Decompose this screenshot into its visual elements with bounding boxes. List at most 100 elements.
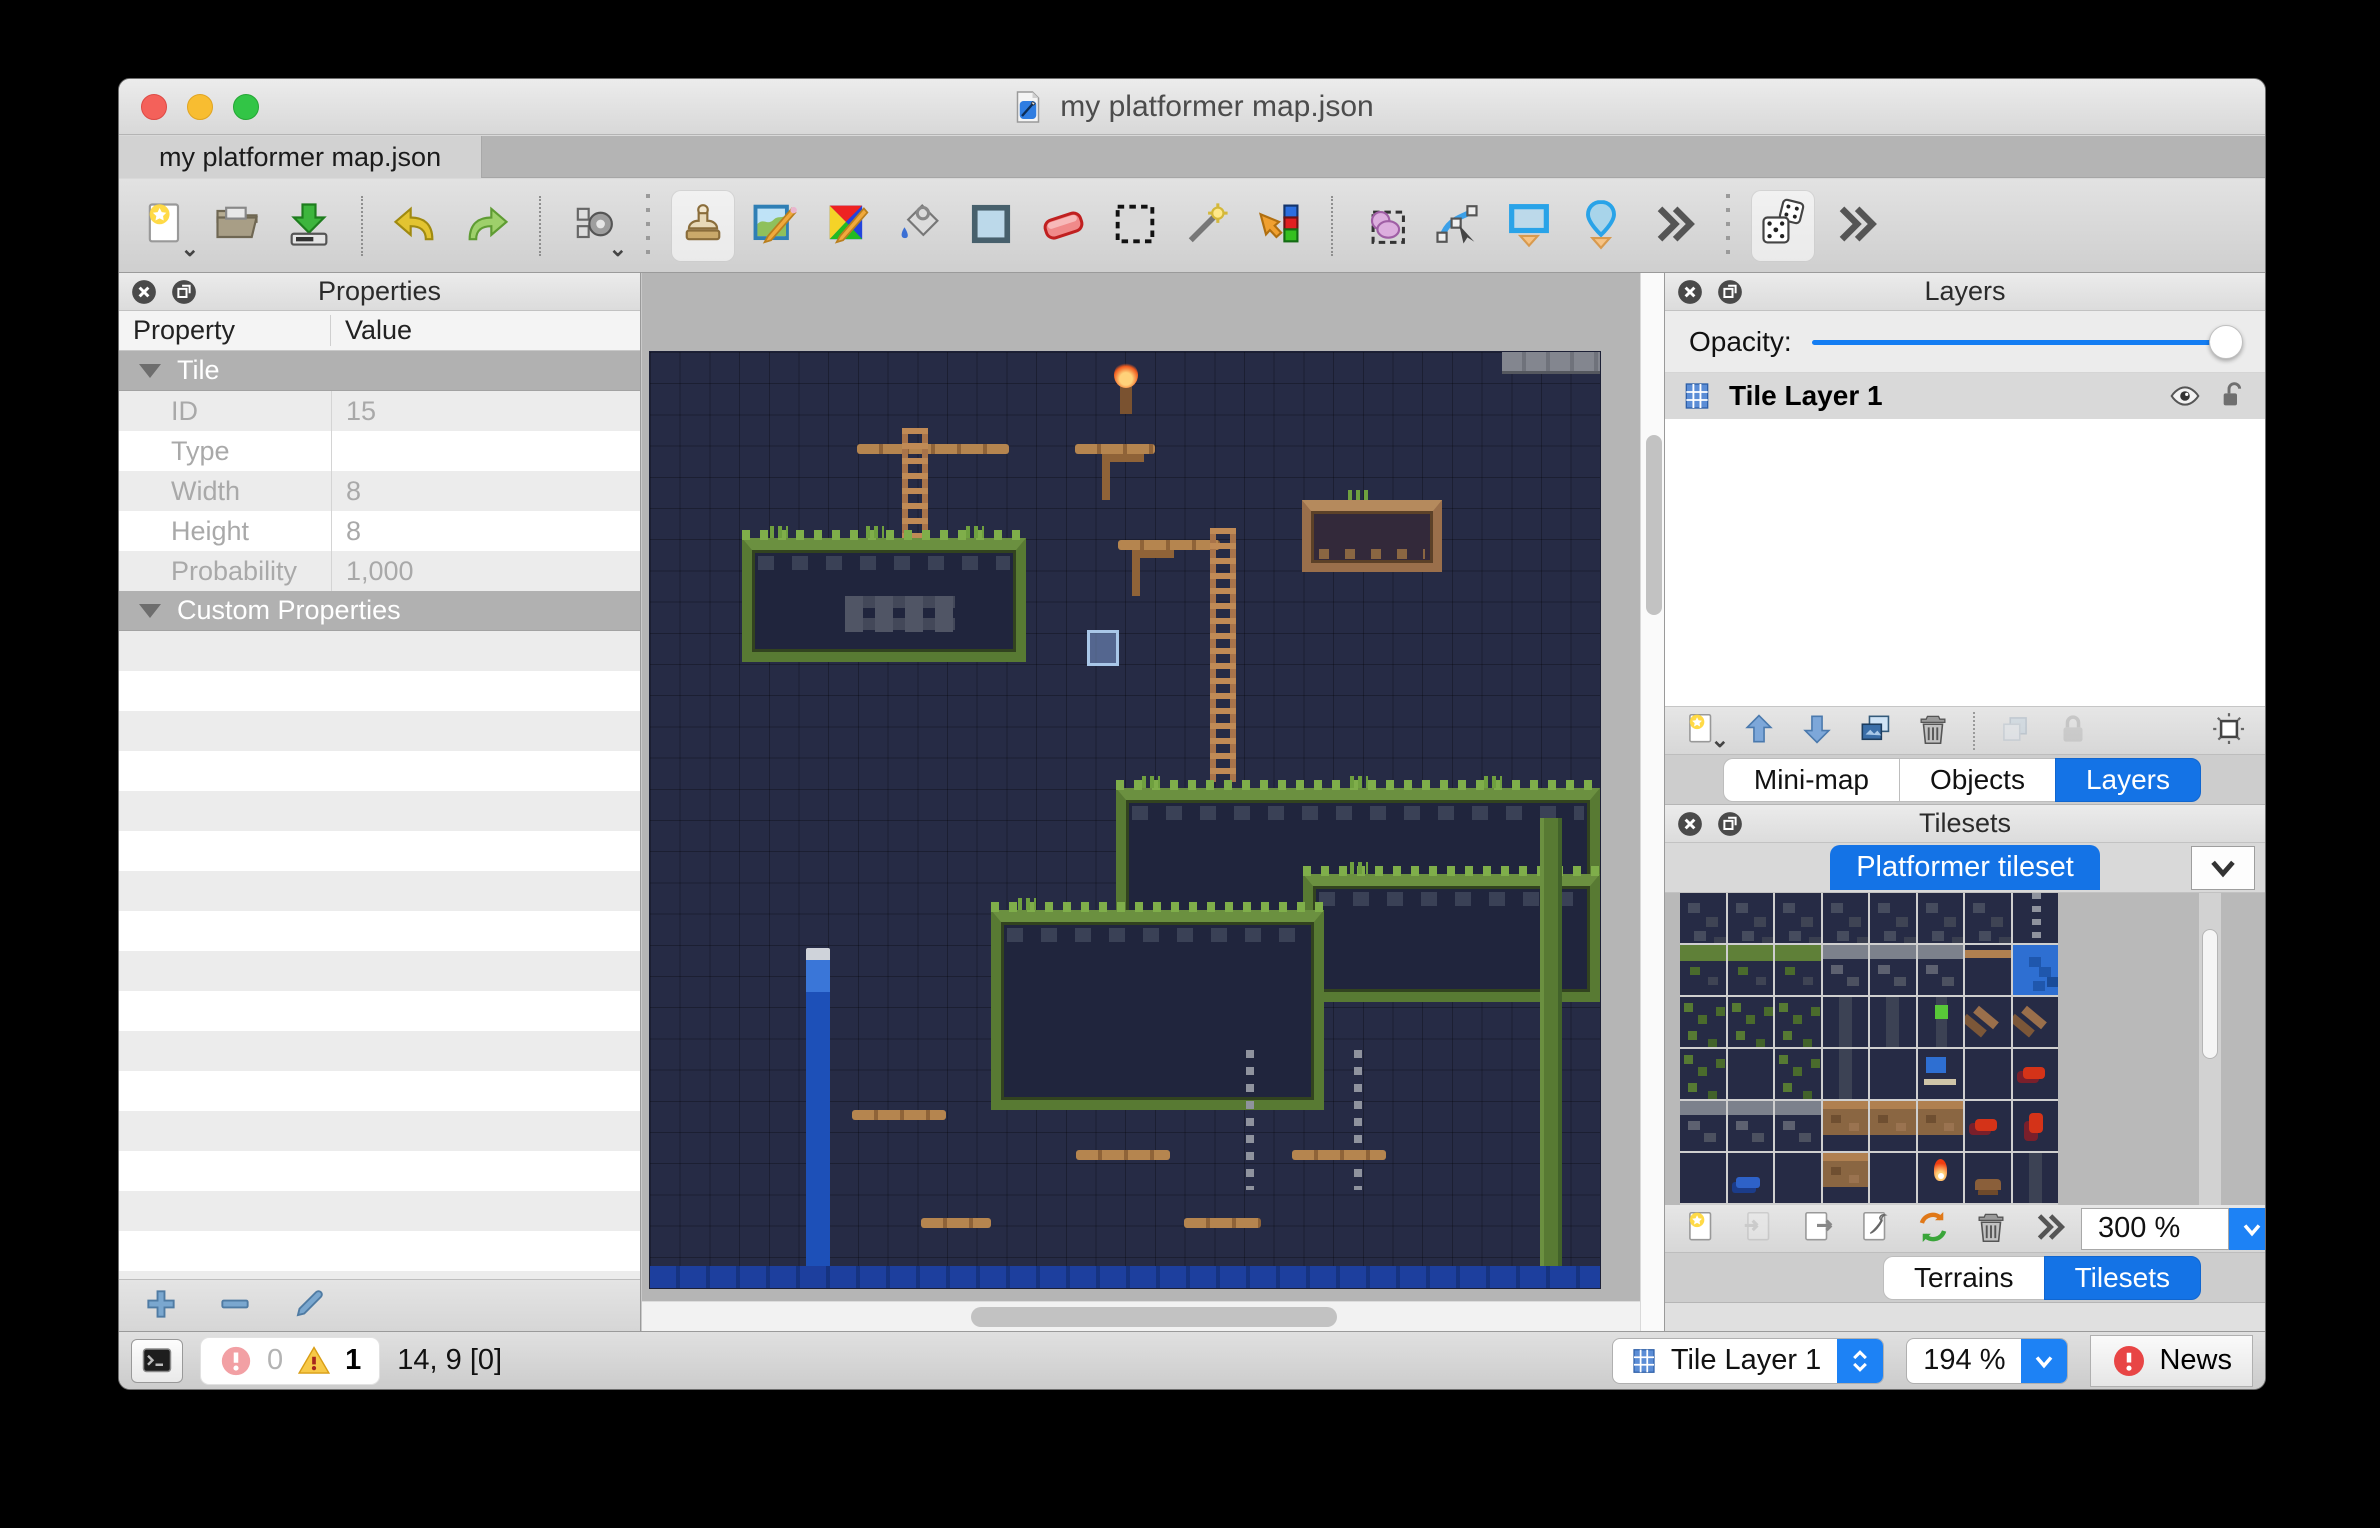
overflow-chevron-button[interactable] bbox=[1823, 190, 1887, 262]
embed-tileset-button[interactable] bbox=[1733, 1207, 1785, 1251]
overflow-chevron-button[interactable] bbox=[2023, 1207, 2075, 1251]
property-row-id[interactable]: ID15 bbox=[119, 391, 640, 431]
tileset-tile[interactable] bbox=[1870, 1049, 1916, 1099]
tileset-tile[interactable] bbox=[1680, 1101, 1726, 1151]
tab-my-platformer-map[interactable]: my platformer map.json bbox=[119, 136, 482, 178]
tileset-tile[interactable] bbox=[1775, 945, 1821, 995]
rect-select-button[interactable] bbox=[1103, 190, 1167, 262]
tileset-tile[interactable] bbox=[1775, 893, 1821, 943]
news-button[interactable]: News bbox=[2090, 1335, 2253, 1387]
tileset-tile[interactable] bbox=[1965, 1101, 2011, 1151]
highlight-layer-button[interactable] bbox=[2203, 709, 2255, 753]
chevron-down-icon[interactable] bbox=[2021, 1338, 2067, 1384]
float-panel-button[interactable] bbox=[169, 277, 199, 307]
tileset-tile[interactable] bbox=[1728, 893, 1774, 943]
property-row-height[interactable]: Height8 bbox=[119, 511, 640, 551]
remove-property-button[interactable] bbox=[211, 1284, 259, 1328]
stepper-icon[interactable] bbox=[1837, 1338, 1883, 1384]
scrollbar-thumb[interactable] bbox=[971, 1307, 1337, 1327]
tileset-tile[interactable] bbox=[1823, 1101, 1869, 1151]
new-layer-button[interactable]: ⌄ bbox=[1675, 709, 1727, 753]
new-file-button[interactable]: ⌄ bbox=[133, 190, 197, 262]
add-property-button[interactable] bbox=[137, 1284, 185, 1328]
close-window-button[interactable] bbox=[141, 94, 167, 120]
tileset-tile[interactable] bbox=[1823, 1153, 1869, 1203]
insert-point-button[interactable] bbox=[1569, 190, 1633, 262]
tileset-tile[interactable] bbox=[1680, 945, 1726, 995]
trash-button[interactable] bbox=[1965, 1207, 2017, 1251]
tileset-tile[interactable] bbox=[1680, 893, 1726, 943]
dock-tab-objects[interactable]: Objects bbox=[1899, 758, 2055, 802]
tileset-tile[interactable] bbox=[1965, 1049, 2011, 1099]
tileset-tile[interactable] bbox=[1965, 945, 2011, 995]
export-tileset-button[interactable] bbox=[1791, 1207, 1843, 1251]
dock-tab-tilesets[interactable]: Tilesets bbox=[2044, 1256, 2201, 1300]
tileset-tile[interactable] bbox=[1823, 945, 1869, 995]
eraser-button[interactable] bbox=[1031, 190, 1095, 262]
float-panel-button[interactable] bbox=[1715, 277, 1745, 307]
property-row-width[interactable]: Width8 bbox=[119, 471, 640, 511]
map-feature-cursor[interactable] bbox=[1087, 630, 1119, 666]
tileset-tile[interactable] bbox=[2013, 1101, 2059, 1151]
dock-tab-layers[interactable]: Layers bbox=[2055, 758, 2201, 802]
slider-knob[interactable] bbox=[2209, 325, 2243, 359]
tileset-tile[interactable] bbox=[2013, 893, 2059, 943]
zoom-window-button[interactable] bbox=[233, 94, 259, 120]
scrollbar-thumb[interactable] bbox=[1646, 435, 1662, 615]
layer-select-combo[interactable]: Tile Layer 1 bbox=[1612, 1338, 1884, 1384]
tileset-tile[interactable] bbox=[1823, 1049, 1869, 1099]
insert-rectangle-button[interactable] bbox=[1497, 190, 1561, 262]
automap-button[interactable]: ⌄ bbox=[561, 190, 625, 262]
minimize-window-button[interactable] bbox=[187, 94, 213, 120]
tileset-tile[interactable] bbox=[1775, 997, 1821, 1047]
tileset-tile[interactable] bbox=[1775, 1153, 1821, 1203]
tileset-tile[interactable] bbox=[2013, 1049, 2059, 1099]
tileset-tile[interactable] bbox=[1870, 1101, 1916, 1151]
undo-button[interactable] bbox=[383, 190, 447, 262]
tileset-tile[interactable] bbox=[1965, 1153, 2011, 1203]
tileset-tile[interactable] bbox=[1680, 997, 1726, 1047]
save-button[interactable] bbox=[277, 190, 341, 262]
console-button[interactable] bbox=[131, 1339, 183, 1383]
tileset-tile[interactable] bbox=[1870, 893, 1916, 943]
close-panel-button[interactable] bbox=[129, 277, 159, 307]
float-panel-button[interactable] bbox=[1715, 809, 1745, 839]
new-tileset-button[interactable] bbox=[1675, 1207, 1727, 1251]
map-vertical-scrollbar[interactable] bbox=[1640, 273, 1666, 1331]
select-objects-button[interactable] bbox=[1353, 190, 1417, 262]
issues-counter[interactable]: 0 1 bbox=[201, 1338, 379, 1384]
lock-layer-button[interactable] bbox=[2047, 709, 2099, 753]
tileset-zoom-combo[interactable]: 300 % bbox=[2081, 1208, 2266, 1250]
reload-tileset-button[interactable] bbox=[1907, 1207, 1959, 1251]
lower-layer-button[interactable] bbox=[1791, 709, 1843, 753]
bucket-fill-button[interactable] bbox=[887, 190, 951, 262]
tileset-tab-platformer[interactable]: Platformer tileset bbox=[1830, 845, 2100, 890]
trash-button[interactable] bbox=[1907, 709, 1959, 753]
overflow-chevron-button[interactable] bbox=[1641, 190, 1705, 262]
wang-brush-button[interactable] bbox=[815, 190, 879, 262]
tileset-tile[interactable] bbox=[1728, 1101, 1774, 1151]
tileset-tile[interactable] bbox=[1728, 997, 1774, 1047]
chevron-down-icon[interactable] bbox=[2229, 1208, 2266, 1250]
tileset-tile[interactable] bbox=[2013, 997, 2059, 1047]
map-canvas[interactable] bbox=[650, 352, 1600, 1288]
edit-property-button[interactable] bbox=[285, 1284, 333, 1328]
tileset-scrollbar[interactable] bbox=[2199, 893, 2221, 1205]
magic-wand-button[interactable] bbox=[1175, 190, 1239, 262]
layer-visible-eye-icon[interactable] bbox=[2169, 380, 2201, 412]
tileset-tile-selected[interactable] bbox=[2013, 945, 2059, 995]
tileset-tile[interactable] bbox=[1728, 1153, 1774, 1203]
terrain-brush-button[interactable] bbox=[743, 190, 807, 262]
tileset-tile[interactable] bbox=[1728, 945, 1774, 995]
tileset-tile[interactable] bbox=[2013, 1153, 2059, 1203]
dock-tab-terrains[interactable]: Terrains bbox=[1883, 1256, 2044, 1300]
tileset-tile[interactable] bbox=[1918, 945, 1964, 995]
tileset-tile[interactable] bbox=[1870, 945, 1916, 995]
tileset-tile[interactable] bbox=[1823, 893, 1869, 943]
redo-button[interactable] bbox=[455, 190, 519, 262]
opacity-slider[interactable] bbox=[1812, 325, 2241, 359]
tileset-tile[interactable] bbox=[1680, 1153, 1726, 1203]
tileset-tile[interactable] bbox=[1965, 893, 2011, 943]
tileset-tile[interactable] bbox=[1918, 893, 1964, 943]
tileset-tile[interactable] bbox=[1870, 997, 1916, 1047]
